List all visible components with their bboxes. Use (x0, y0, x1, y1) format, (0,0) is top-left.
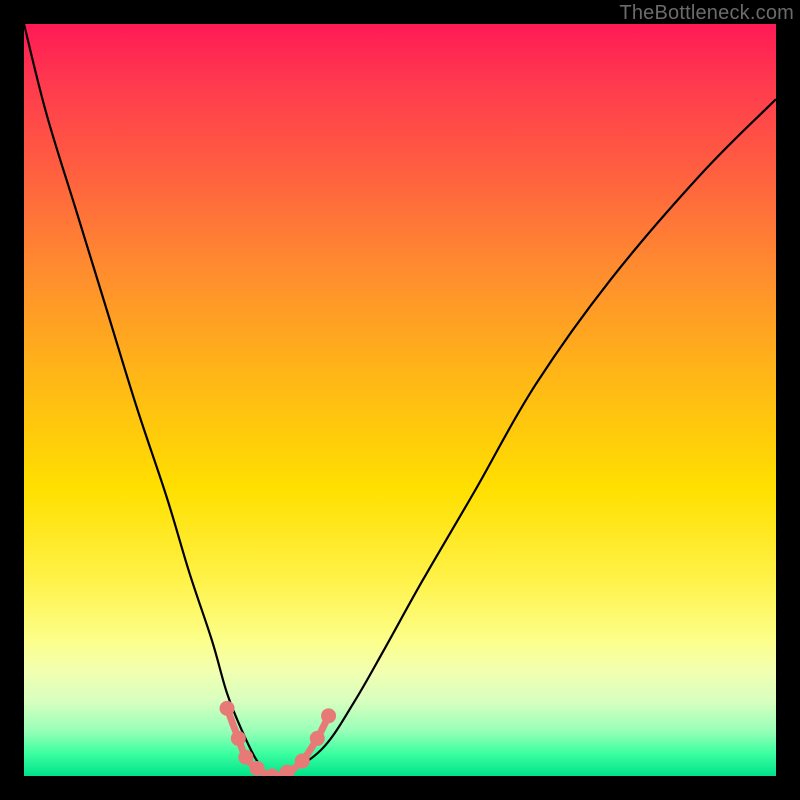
bottleneck-curve (24, 24, 776, 776)
chart-svg (24, 24, 776, 776)
valley-marker-dot (321, 708, 336, 723)
valley-marker-dot (295, 753, 310, 768)
valley-markers (220, 701, 337, 776)
valley-marker-dot (265, 769, 280, 777)
valley-marker-dot (310, 731, 325, 746)
valley-marker-dot (238, 750, 253, 765)
valley-marker-dot (220, 701, 235, 716)
plot-area (24, 24, 776, 776)
watermark-text: TheBottleneck.com (619, 2, 794, 25)
chart-frame: TheBottleneck.com (0, 0, 800, 800)
valley-marker-dot (250, 761, 265, 776)
valley-marker-dot (231, 731, 246, 746)
